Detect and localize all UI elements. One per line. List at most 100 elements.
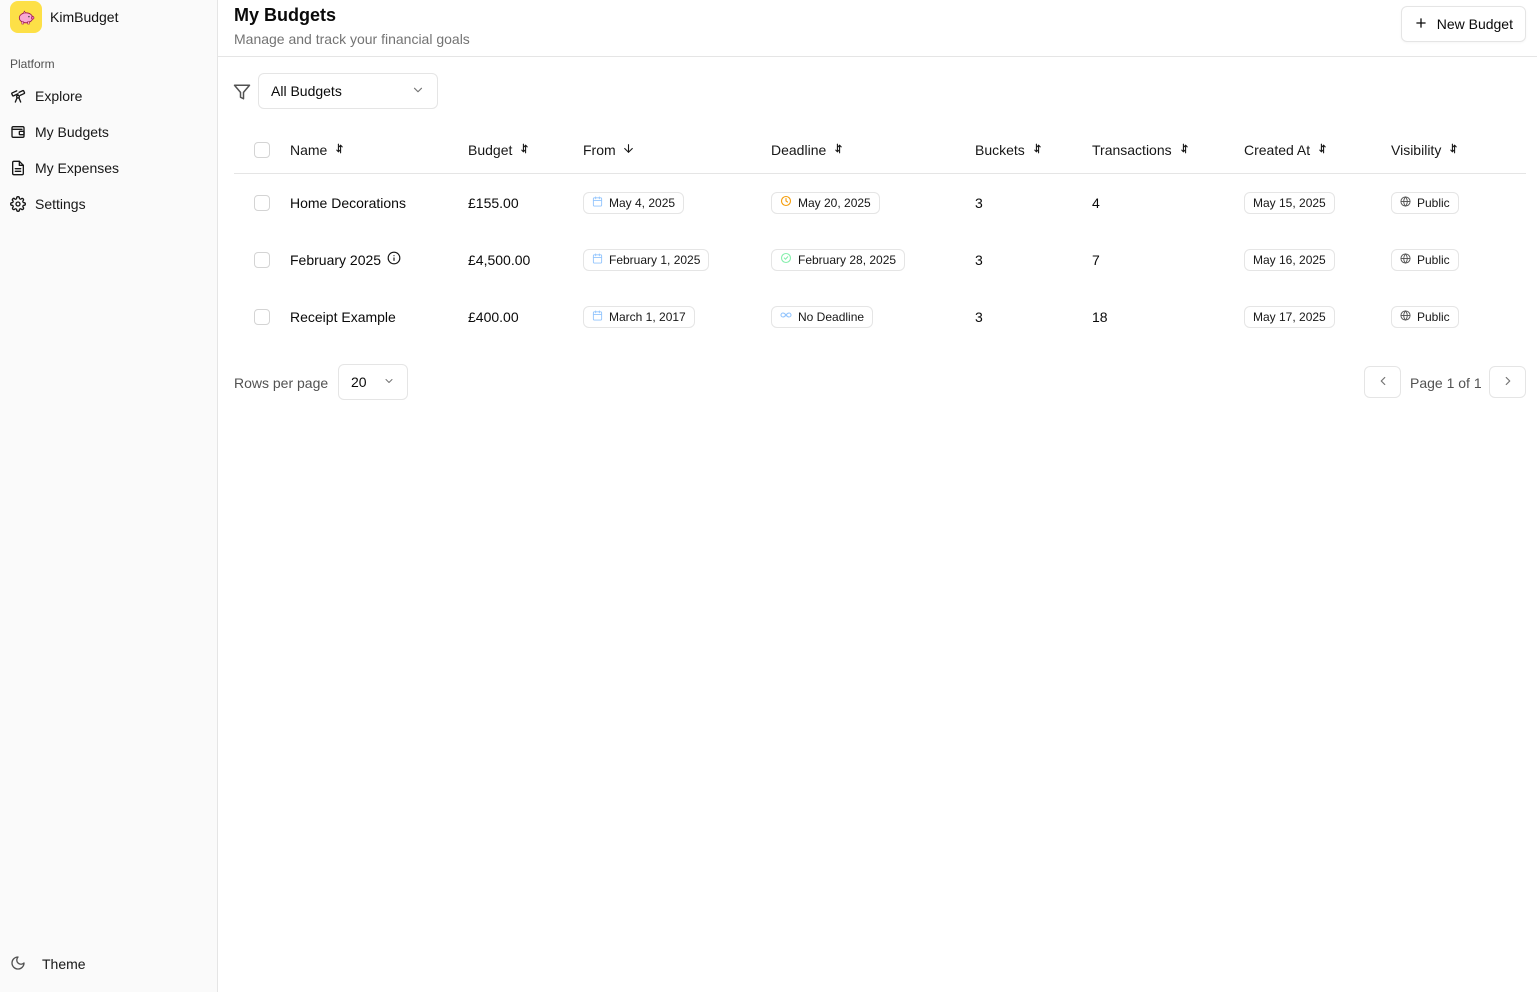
info-icon[interactable] — [387, 251, 401, 268]
budget-name-text: Home Decorations — [290, 194, 406, 211]
deadline-badge: February 28, 2025 — [771, 248, 906, 271]
chevron-down-icon — [383, 374, 395, 390]
column-label: Visibility — [1391, 141, 1442, 158]
deadline-text: No Deadline — [798, 309, 865, 324]
budget-name-text: February 2025 — [290, 251, 382, 268]
column-header-visibility[interactable]: Visibility — [1391, 126, 1460, 173]
from-cell: May 4, 2025 — [583, 174, 685, 231]
clock-icon — [780, 195, 792, 210]
sidebar-item-label: Explore — [35, 88, 83, 104]
visibility-cell: Public — [1391, 174, 1459, 231]
budget-name[interactable]: Home Decorations — [290, 174, 406, 231]
sidebar-item-explore[interactable]: Explore — [0, 78, 217, 114]
visibility-text: Public — [1417, 195, 1450, 210]
from-cell: February 1, 2025 — [583, 231, 710, 288]
deadline-text: May 20, 2025 — [798, 195, 871, 210]
buckets-count: 3 — [975, 251, 983, 268]
column-label: Buckets — [975, 141, 1025, 158]
from-date-badge: May 4, 2025 — [583, 191, 685, 214]
budget-amount: £400.00 — [468, 308, 519, 325]
transactions-count: 18 — [1092, 308, 1108, 325]
sort-icon — [1031, 142, 1044, 158]
sidebar-item-label: My Budgets — [35, 124, 109, 140]
rows-per-page-label: Rows per page — [234, 375, 329, 391]
page-subtitle: Manage and track your financial goals — [234, 31, 470, 47]
sidebar-item-label: Settings — [35, 196, 86, 212]
new-budget-label: New Budget — [1436, 16, 1513, 32]
sort-icon — [1447, 142, 1460, 158]
column-header-name[interactable]: Name — [290, 126, 346, 173]
previous-page-button[interactable] — [1364, 366, 1401, 398]
budget-name-text: Receipt Example — [290, 308, 396, 325]
plus-icon — [1414, 16, 1428, 33]
sort-icon — [1316, 142, 1329, 158]
next-page-button[interactable] — [1489, 366, 1526, 398]
theme-toggle[interactable]: Theme — [10, 950, 86, 978]
column-header-created-at[interactable]: Created At — [1244, 126, 1329, 173]
from-date-text: May 4, 2025 — [609, 195, 676, 210]
row-checkbox[interactable] — [254, 308, 270, 325]
budget-name[interactable]: February 2025 — [290, 231, 401, 288]
main-content: My Budgets Manage and track your financi… — [218, 0, 1537, 992]
column-header-deadline[interactable]: Deadline — [771, 126, 845, 173]
visibility-badge: Public — [1391, 248, 1459, 271]
page-title: My Budgets — [234, 5, 337, 25]
created-at-badge: May 15, 2025 — [1244, 191, 1335, 214]
sidebar-item-settings[interactable]: Settings — [0, 186, 217, 222]
row-select-cell — [254, 174, 270, 231]
chevron-left-icon — [1376, 374, 1390, 391]
chevron-down-icon — [411, 83, 425, 100]
column-header-from[interactable]: From — [583, 126, 635, 173]
deadline-cell: May 20, 2025 — [771, 174, 880, 231]
from-date-text: March 1, 2017 — [609, 309, 686, 324]
table-row[interactable]: Home Decorations £155.00 May 4, 2025 May… — [234, 174, 1526, 231]
created-at-badge: May 17, 2025 — [1244, 305, 1335, 328]
moon-icon — [10, 955, 26, 974]
column-label: Name — [290, 141, 328, 158]
page-header: My Budgets Manage and track your financi… — [218, 0, 1537, 57]
table-row[interactable]: February 2025 £4,500.00 February 1, 2025… — [234, 231, 1526, 288]
sidebar-nav: Explore My Budgets My Expenses Settings — [0, 78, 217, 222]
deadline-text: February 28, 2025 — [798, 252, 897, 267]
transactions-count: 4 — [1092, 194, 1100, 211]
table-row[interactable]: Receipt Example £400.00 March 1, 2017 No… — [234, 288, 1526, 345]
visibility-cell: Public — [1391, 231, 1459, 288]
budget-filter-select[interactable]: All Budgets — [258, 73, 438, 109]
from-date-text: February 1, 2025 — [609, 252, 701, 267]
budget-amount: £155.00 — [468, 194, 519, 211]
select-all-checkbox[interactable] — [254, 141, 270, 158]
visibility-badge: Public — [1391, 191, 1459, 214]
row-checkbox[interactable] — [254, 194, 270, 211]
budget-name[interactable]: Receipt Example — [290, 288, 396, 345]
calendar-icon — [592, 195, 603, 210]
column-label: Budget — [468, 141, 513, 158]
column-header-budget[interactable]: Budget — [468, 126, 531, 173]
sidebar-item-my-expenses[interactable]: My Expenses — [0, 150, 217, 186]
rows-per-page-select[interactable]: 20 — [338, 364, 408, 400]
column-label: Created At — [1244, 141, 1311, 158]
calendar-icon — [592, 309, 603, 324]
rows-per-page-value: 20 — [351, 374, 367, 390]
globe-icon — [1400, 195, 1411, 210]
from-cell: March 1, 2017 — [583, 288, 695, 345]
receipt-icon — [10, 160, 26, 176]
created-at-badge: May 16, 2025 — [1244, 248, 1335, 271]
sidebar: KimBudget Platform Explore My Budgets My… — [0, 0, 218, 992]
globe-icon — [1400, 309, 1411, 324]
brand-name: KimBudget — [50, 8, 119, 25]
transactions-count: 7 — [1092, 251, 1100, 268]
deadline-badge: May 20, 2025 — [771, 191, 880, 214]
column-header-buckets[interactable]: Buckets — [975, 126, 1044, 173]
budgets-table: Name Budget From Deadline Buckets Transa… — [234, 126, 1526, 345]
wallet-icon — [10, 124, 26, 140]
new-budget-button[interactable]: New Budget — [1400, 6, 1526, 42]
budget-amount: £4,500.00 — [468, 251, 531, 268]
visibility-badge: Public — [1391, 305, 1459, 328]
check-circle-icon — [780, 252, 792, 267]
sidebar-item-my-budgets[interactable]: My Budgets — [0, 114, 217, 150]
buckets-count: 3 — [975, 308, 983, 325]
from-date-badge: February 1, 2025 — [583, 248, 710, 271]
column-header-transactions[interactable]: Transactions — [1092, 126, 1191, 173]
brand[interactable]: KimBudget — [10, 0, 118, 33]
row-checkbox[interactable] — [254, 251, 270, 268]
